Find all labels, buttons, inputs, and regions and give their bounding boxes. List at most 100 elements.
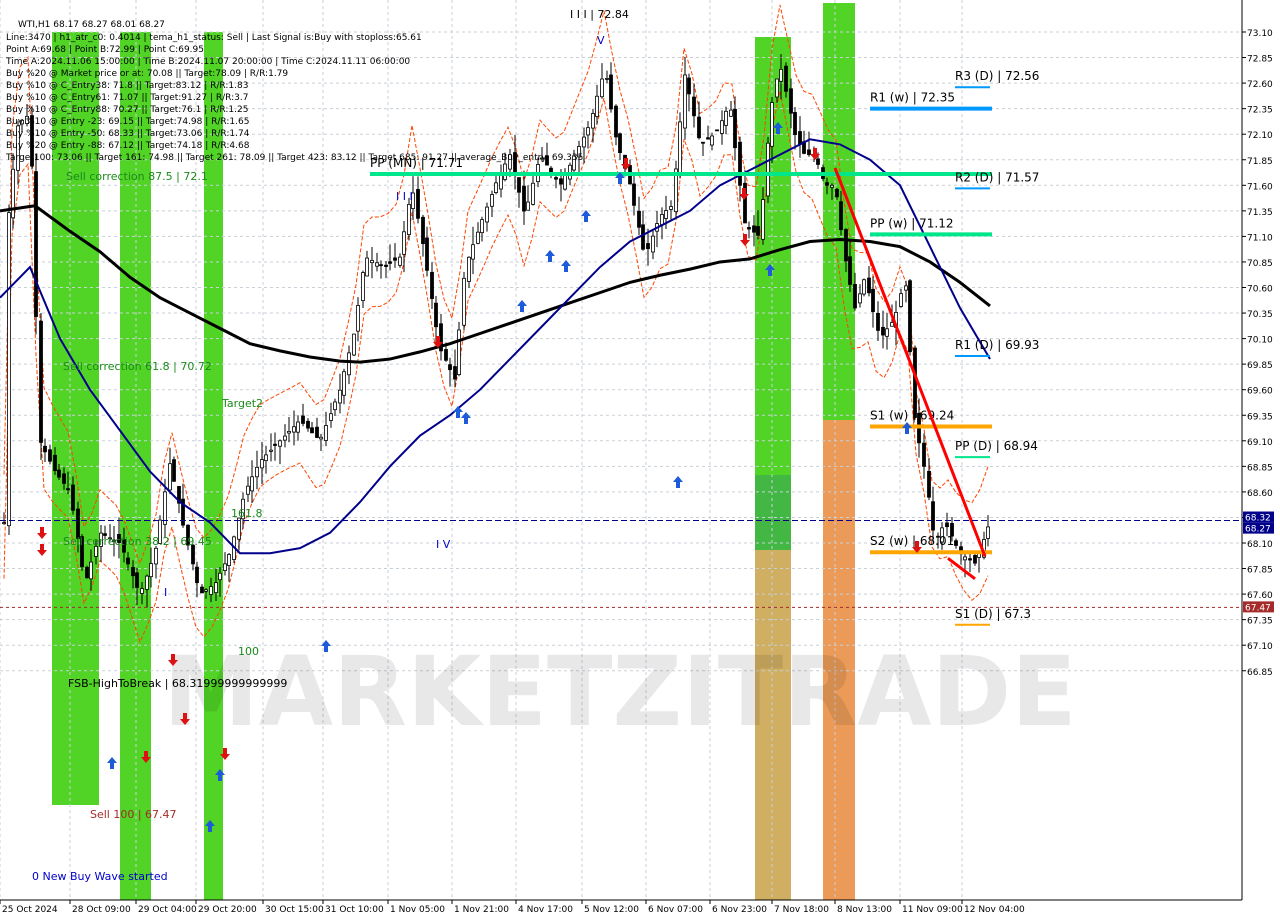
chart-annotation: I V [436,538,451,551]
candle-body [471,244,475,260]
candle-body [48,449,52,462]
candle-body [871,288,875,313]
candle-body [858,293,862,304]
candle-body [430,271,434,299]
candle-body [66,488,70,491]
candle-body [646,243,650,250]
info-line: Buy %10 @ C_Entry38: 71.8 || Target:83.1… [6,81,248,91]
signal-band [755,475,791,550]
candle-body [614,105,618,138]
price-chart[interactable]: MARKETZITRADE R3 (D) | 72.56R1 (w) | 72.… [0,0,1280,920]
candle-body [954,540,958,546]
y-tick-label: 67.35 [1247,617,1273,627]
y-tick-label: 70.85 [1247,259,1273,269]
x-tick-label: 12 Nov 04:00 [964,905,1025,915]
y-tick-label: 70.35 [1247,310,1273,320]
price-axis[interactable]: 73.10 72.85 72.60 72.35 72.10 71.85 71.60 71.35… [1241,0,1280,920]
candle-body [89,561,93,580]
candle-body [825,182,829,186]
candle-body [784,65,788,92]
candle-body [195,566,199,584]
candle-body [885,328,889,337]
y-tick-label: 68.10 [1247,540,1273,550]
candle-body [204,589,208,592]
candle-body [701,141,705,144]
chart-annotation: Sell correction 61.8 | 70.72 [63,360,212,373]
info-line: Buy %20 @ Market price or at: 70.08 || T… [6,69,288,79]
candle-body [881,326,885,336]
candle-body [922,442,926,467]
candle-body [715,129,719,132]
candle-body [356,305,360,332]
candle-body [756,226,760,236]
candle-body [347,352,351,376]
candle-body [476,231,480,244]
candle-body [770,102,774,147]
x-tick-label: 29 Oct 04:00 [138,905,197,915]
x-tick-label: 25 Oct 2024 [2,905,58,915]
candle-body [388,261,392,264]
candle-body [720,120,724,134]
y-tick-label: 67.10 [1247,642,1273,652]
y-tick-label: 72.10 [1247,131,1273,141]
x-tick-label: 5 Nov 12:00 [584,905,639,915]
x-tick-label: 29 Oct 20:00 [198,905,257,915]
candle-body [2,522,6,524]
pivot-label: S1 (w) | 69.24 [870,408,954,422]
candle-body [62,473,66,484]
candle-body [296,421,300,433]
candle-body [278,440,282,447]
candle-body [789,88,793,114]
candle-body [467,256,471,282]
candle-body [329,413,333,421]
candle-body [747,227,751,230]
candle-body [904,285,908,291]
candle-body [899,293,903,307]
chart-annotation: I [164,586,167,599]
symbol-header: WTI,H1 68.17 68.27 68.01 68.27 [18,20,165,30]
candle-body [34,171,38,317]
x-tick-label: 4 Nov 17:00 [518,905,573,915]
candle-body [342,371,346,396]
candle-body [375,262,379,267]
candle-body [724,110,728,126]
chart-annotation: I I I [396,190,413,203]
candle-body [310,427,314,434]
candle-body [292,426,296,433]
candle-body [333,401,337,411]
candle-body [227,554,231,566]
chart-annotation: I I I | 72.84 [570,8,629,21]
candle-body [269,449,273,452]
candle-body [692,96,696,117]
y-tick-label: 69.10 [1247,438,1273,448]
candle-body [586,127,590,136]
pivot-label: PP (D) | 68.94 [955,439,1038,453]
candle-body [365,257,369,277]
y-tick-label: 70.10 [1247,336,1273,346]
candle-body [462,277,466,326]
candle-body [710,135,714,146]
candle-body [43,445,47,453]
candle-body [145,575,149,590]
watermark: MARKETZITRADE [163,636,1077,748]
candle-body [697,116,701,139]
pivot-label: PP (w) | 71.12 [870,216,954,230]
x-tick-label: 30 Oct 15:00 [265,905,324,915]
time-axis[interactable]: 25 Oct 2024 28 Oct 09:00 29 Oct 04:00 29 Oc… [0,899,1280,920]
pivot-label: S1 (D) | 67.3 [955,607,1031,621]
candle-body [517,177,521,193]
chart-annotation: Sell correction 38.2 | 69.45 [63,535,212,548]
candle-body [591,113,595,129]
y-tick-label: 69.35 [1247,412,1273,422]
candle-body [273,443,277,446]
candle-body [7,212,11,527]
info-line: Time A:2024.11.06 15:00:00 | Time B:2024… [5,57,410,67]
info-line: Buy %20 @ Entry -88: 67.12 || Target:74.… [6,141,250,151]
candle-body [775,78,779,98]
x-tick-label: 1 Nov 21:00 [454,905,509,915]
info-line: Line:3470 | h1_atr_c0: 0.4014 | tema_h1_… [6,33,422,43]
candle-body [315,426,319,438]
candle-body [287,430,291,434]
candle-body [963,556,967,561]
candle-body [848,256,852,285]
